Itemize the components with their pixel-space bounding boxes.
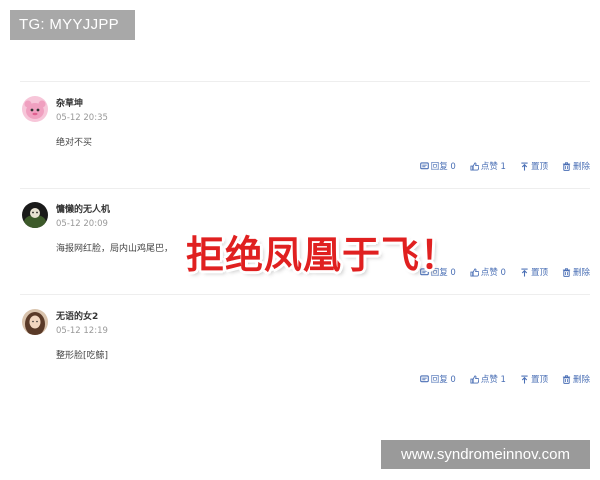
avatar[interactable] (22, 202, 48, 228)
avatar[interactable] (22, 309, 48, 335)
reply-icon (419, 374, 429, 382)
comment-item: 无语的女2 05-12 12:19 整形脸[吃鲸] 回复 0 点赞 1 置顶 删… (20, 309, 592, 409)
comment-username[interactable]: 杂草坤 (56, 96, 83, 109)
comment-item: 杂草坤 05-12 20:35 绝对不买 回复 0 点赞 1 置顶 删除 (20, 96, 592, 196)
comment-actions: 回复 0 点赞 1 置顶 删除 (419, 373, 590, 385)
delete-button[interactable]: 删除 (562, 266, 590, 278)
comment-actions: 回复 0 点赞 1 置顶 删除 (419, 160, 590, 172)
comment-content: 整形脸[吃鲸] (56, 351, 109, 361)
divider (20, 294, 590, 295)
delete-button[interactable]: 删除 (562, 373, 590, 385)
overlay-caption: 拒绝凤凰于飞！ (186, 233, 460, 277)
thumbs-up-icon (470, 267, 479, 277)
delete-button[interactable]: 删除 (562, 160, 590, 172)
pin-top-icon (521, 375, 528, 384)
pin-button[interactable]: 置顶 (520, 373, 548, 385)
comment-time: 05-12 20:09 (56, 219, 108, 229)
pin-button[interactable]: 置顶 (520, 160, 548, 172)
pin-top-icon (521, 162, 528, 171)
comment-time: 05-12 20:35 (56, 113, 108, 123)
pin-label: 置顶 (530, 162, 548, 172)
like-label: 点赞 1 (480, 162, 506, 172)
like-label: 点赞 0 (480, 268, 506, 278)
pin-button[interactable]: 置顶 (520, 266, 548, 278)
pin-top-icon (521, 268, 528, 277)
divider (20, 188, 590, 189)
reply-button[interactable]: 回复 0 (419, 160, 456, 172)
comment-username[interactable]: 慵懒的无人机 (56, 202, 110, 215)
reply-icon (419, 161, 429, 169)
comment-content: 海报网红脸，局内山鸡尾巴， (56, 244, 174, 254)
like-label: 点赞 1 (480, 375, 506, 385)
trash-icon (562, 374, 571, 384)
like-button[interactable]: 点赞 1 (470, 160, 506, 172)
site-watermark: www.syndromeinnov.com (381, 440, 590, 469)
delete-label: 删除 (572, 375, 590, 385)
comment-content: 绝对不买 (56, 138, 93, 148)
thumbs-up-icon (470, 374, 479, 384)
delete-label: 删除 (572, 268, 590, 278)
trash-icon (562, 267, 571, 277)
dark-avatar-icon (22, 202, 48, 228)
portrait-avatar-icon (22, 309, 48, 335)
reply-label: 回复 0 (430, 162, 456, 172)
like-button[interactable]: 点赞 1 (470, 373, 506, 385)
thumbs-up-icon (470, 161, 479, 171)
like-button[interactable]: 点赞 0 (470, 266, 506, 278)
avatar[interactable] (22, 96, 48, 122)
tg-watermark-badge: TG: MYYJJPP (10, 10, 135, 40)
comment-time: 05-12 12:19 (56, 326, 108, 336)
reply-button[interactable]: 回复 0 (419, 373, 456, 385)
pin-label: 置顶 (530, 375, 548, 385)
delete-label: 删除 (572, 162, 590, 172)
trash-icon (562, 161, 571, 171)
pin-label: 置顶 (530, 268, 548, 278)
reply-label: 回复 0 (430, 375, 456, 385)
pink-cartoon-avatar-icon (22, 96, 48, 122)
divider (20, 81, 590, 82)
comment-username[interactable]: 无语的女2 (56, 309, 98, 322)
